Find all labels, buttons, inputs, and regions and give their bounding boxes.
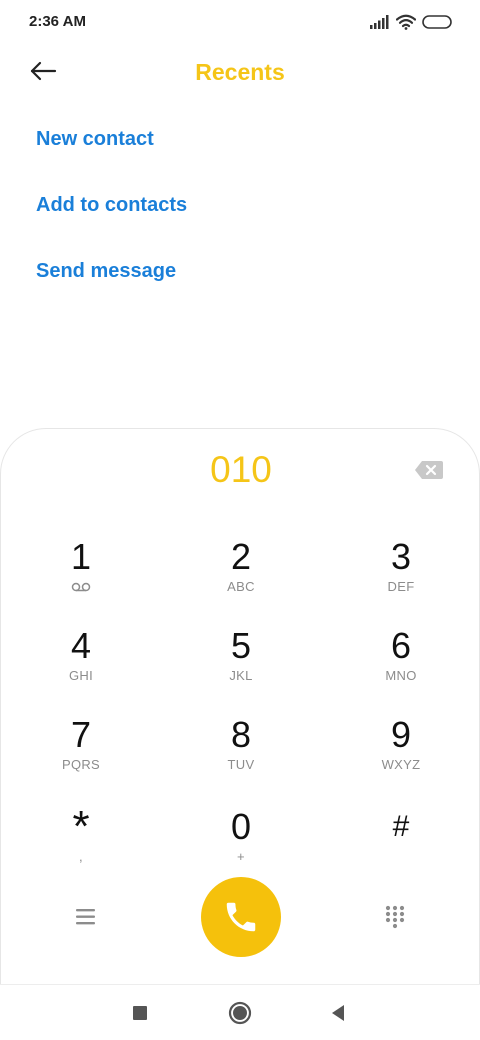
key-digit: *	[72, 802, 90, 851]
key-7[interactable]: 7 PQRS	[16, 715, 146, 795]
key-letters: DEF	[387, 579, 415, 594]
signal-icon	[370, 15, 389, 29]
key-5[interactable]: 5 JKL	[176, 626, 306, 706]
circle-icon	[228, 1001, 252, 1025]
key-letters: PQRS	[61, 757, 101, 772]
key-hash[interactable]: #	[336, 807, 466, 887]
wifi-icon	[396, 14, 416, 30]
page-title: Recents	[195, 59, 285, 85]
key-digit: 5	[230, 625, 252, 666]
key-letters: MNO	[385, 668, 417, 683]
nav-back-button[interactable]	[324, 999, 352, 1027]
key-letters: JKL	[229, 668, 253, 683]
backspace-button[interactable]	[414, 459, 444, 481]
key-digit: 0	[230, 806, 252, 847]
status-icons	[370, 12, 452, 32]
dialpad-toggle-button[interactable]	[375, 897, 415, 937]
key-letters: TUV	[227, 757, 255, 772]
new-contact-link[interactable]: New contact	[36, 128, 154, 151]
key-6[interactable]: 6 MNO	[336, 626, 466, 706]
key-0[interactable]: 0 +	[176, 807, 306, 887]
dialer-panel: 010 1 2 ABC 3 DEF 4 GHI 5 JKL 6 MNO 7 PQ…	[0, 428, 480, 984]
key-digit: 3	[390, 536, 412, 577]
key-digit: 2	[230, 536, 252, 577]
key-digit: 1	[70, 536, 92, 577]
key-digit: #	[392, 810, 410, 843]
voicemail-icon	[71, 582, 91, 592]
key-digit: 6	[390, 625, 412, 666]
key-9[interactable]: 9 WXYZ	[336, 715, 466, 795]
key-letters: ABC	[227, 579, 255, 594]
send-message-link[interactable]: Send message	[36, 260, 176, 283]
status-bar: 2:36 AM	[0, 0, 480, 44]
header: Recents	[0, 48, 480, 98]
recent-apps-button[interactable]	[126, 999, 154, 1027]
key-digit: 8	[230, 714, 252, 755]
menu-icon	[76, 909, 95, 925]
status-time: 2:36 AM	[29, 13, 86, 30]
key-2[interactable]: 2 ABC	[176, 537, 306, 617]
home-button[interactable]	[226, 999, 254, 1027]
key-digit: 7	[70, 714, 92, 755]
key-letters: +	[237, 849, 245, 864]
key-1[interactable]: 1	[16, 537, 146, 617]
key-8[interactable]: 8 TUV	[176, 715, 306, 795]
backspace-icon	[415, 461, 443, 479]
square-icon	[133, 1006, 147, 1020]
call-button[interactable]	[201, 877, 281, 957]
system-nav-bar	[0, 984, 480, 1040]
dialed-number[interactable]: 010	[1, 449, 480, 491]
key-letters: WXYZ	[381, 757, 421, 772]
add-to-contacts-link[interactable]: Add to contacts	[36, 194, 187, 217]
phone-icon	[226, 902, 256, 932]
battery-icon	[422, 15, 452, 29]
key-letters: ,	[79, 849, 83, 864]
key-digit: 4	[70, 625, 92, 666]
key-4[interactable]: 4 GHI	[16, 626, 146, 706]
key-letters: GHI	[68, 668, 93, 683]
key-star[interactable]: * ,	[16, 802, 146, 887]
menu-button[interactable]	[66, 897, 106, 937]
key-digit: 9	[390, 714, 412, 755]
dialpad-icon	[385, 905, 405, 929]
key-3[interactable]: 3 DEF	[336, 537, 466, 617]
triangle-back-icon	[332, 1005, 344, 1021]
